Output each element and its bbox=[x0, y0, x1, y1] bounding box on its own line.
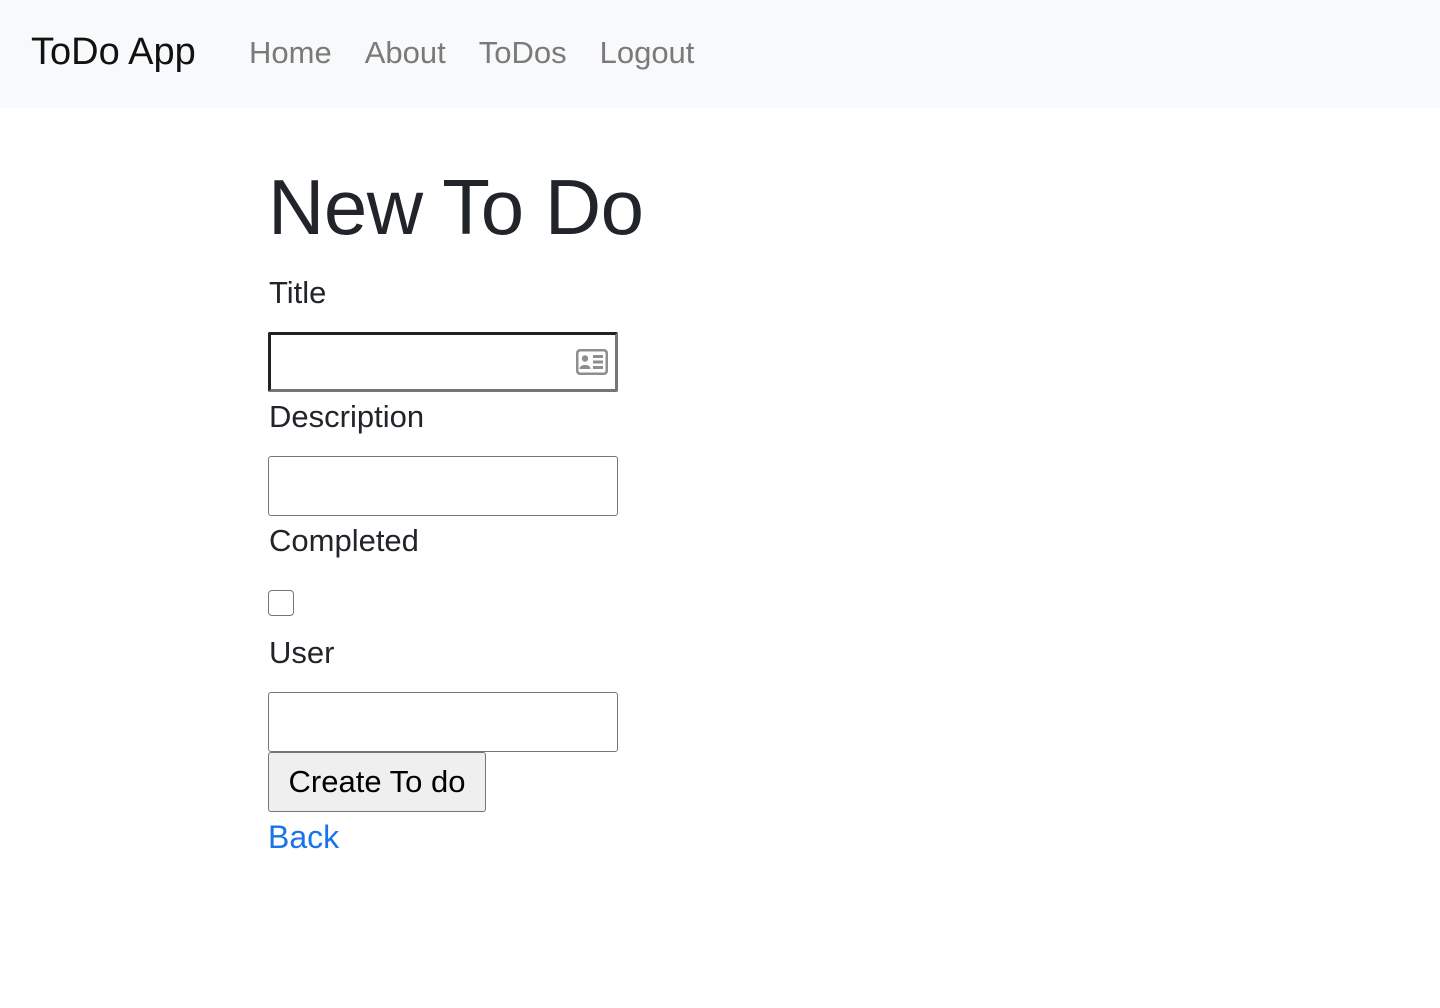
description-input[interactable] bbox=[268, 456, 618, 516]
nav-links: Home About ToDos Logout bbox=[249, 32, 694, 74]
nav-link-todos[interactable]: ToDos bbox=[479, 32, 567, 74]
title-input[interactable] bbox=[268, 332, 618, 392]
description-label: Description bbox=[269, 399, 425, 434]
completed-label: Completed bbox=[269, 523, 419, 558]
brand-link[interactable]: ToDo App bbox=[31, 28, 196, 76]
create-todo-button[interactable]: Create To do bbox=[268, 752, 486, 812]
nav-link-logout[interactable]: Logout bbox=[600, 32, 695, 74]
title-label: Title bbox=[269, 275, 327, 310]
nav-link-home[interactable]: Home bbox=[249, 32, 332, 74]
completed-checkbox[interactable] bbox=[268, 590, 294, 616]
user-input[interactable] bbox=[268, 692, 618, 752]
page-title: New To Do bbox=[268, 163, 644, 251]
nav-link-about[interactable]: About bbox=[365, 32, 446, 74]
contact-card-icon[interactable] bbox=[575, 348, 609, 376]
back-link[interactable]: Back bbox=[268, 817, 339, 857]
navbar: ToDo App Home About ToDos Logout bbox=[0, 0, 1440, 108]
user-label: User bbox=[269, 635, 335, 670]
